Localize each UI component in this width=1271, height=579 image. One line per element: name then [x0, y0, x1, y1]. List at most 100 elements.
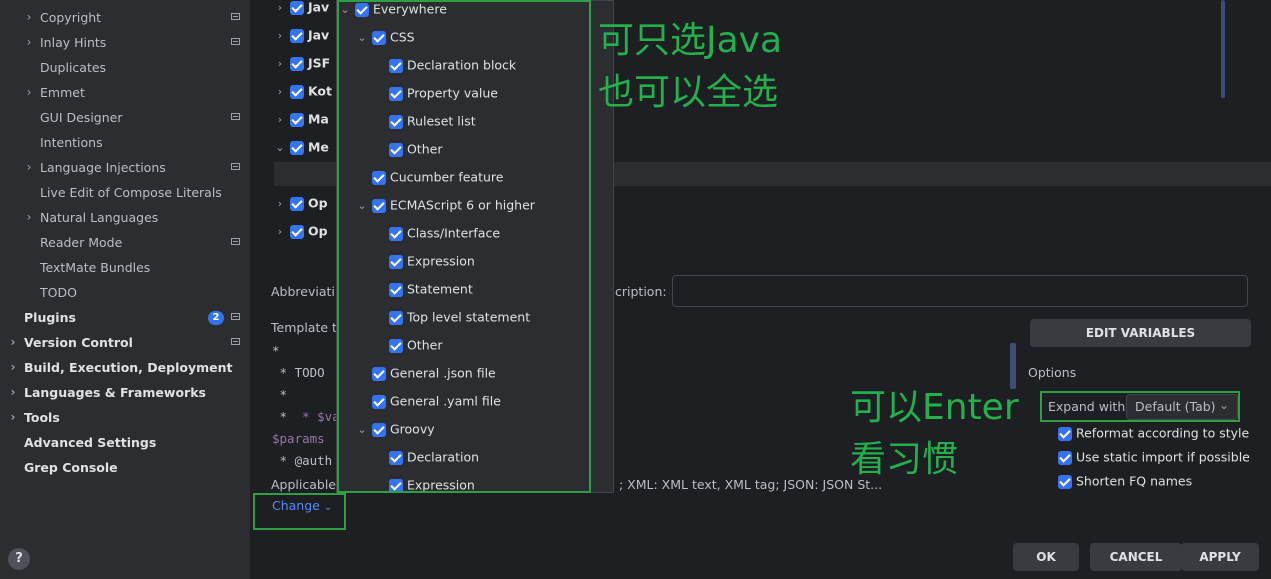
group-label: Jav: [307, 27, 330, 43]
sidebar-item[interactable]: Grep Console: [0, 455, 250, 480]
apply-button[interactable]: APPLY: [1181, 543, 1259, 571]
option-checkbox[interactable]: [1058, 450, 1072, 465]
code-line: *: [272, 343, 280, 358]
chevron-right-icon[interactable]: ›: [24, 205, 34, 230]
chevron-right-icon[interactable]: ›: [8, 380, 18, 405]
sidebar-item-label: Tools: [24, 410, 60, 425]
sidebar-item[interactable]: › Version Control: [0, 330, 250, 355]
sidebar-item-label: Languages & Frameworks: [24, 385, 206, 400]
sidebar-item[interactable]: TODO: [0, 280, 250, 305]
help-button[interactable]: ?: [8, 548, 30, 570]
cancel-button[interactable]: CANCEL: [1090, 543, 1182, 571]
sidebar-item-label: Inlay Hints: [40, 35, 107, 50]
project-scope-icon: [231, 13, 240, 20]
sidebar-item-label: Version Control: [24, 335, 133, 350]
ok-button[interactable]: OK: [1013, 543, 1079, 571]
chevron-right-icon[interactable]: ›: [274, 22, 286, 50]
chevron-right-icon[interactable]: ›: [24, 80, 34, 105]
chevron-right-icon[interactable]: ›: [24, 30, 34, 55]
option-checkbox[interactable]: [1058, 474, 1072, 489]
annotation-box-popup: [337, 0, 591, 493]
update-count-badge: 2: [208, 311, 224, 325]
option-checkbox-row[interactable]: Reformat according to style: [1058, 421, 1249, 445]
code-line: $params: [272, 431, 325, 446]
template-group-row[interactable]: › Kot: [274, 77, 332, 105]
group-label: Jav: [307, 0, 330, 15]
chevron-right-icon[interactable]: ›: [274, 0, 286, 22]
template-group-row[interactable]: › Ma: [274, 105, 329, 133]
sidebar-item[interactable]: GUI Designer: [0, 105, 250, 130]
chevron-right-icon[interactable]: ›: [274, 50, 286, 78]
sidebar-item-label: Grep Console: [24, 460, 118, 475]
chevron-right-icon[interactable]: ›: [24, 5, 34, 30]
group-checkbox[interactable]: [289, 84, 304, 99]
description-label: cription:: [615, 284, 667, 299]
group-label: Me: [307, 139, 329, 155]
sidebar-item[interactable]: Live Edit of Compose Literals: [0, 180, 250, 205]
sidebar-item[interactable]: › Emmet: [0, 80, 250, 105]
sidebar-item[interactable]: › Tools: [0, 405, 250, 430]
chevron-down-icon[interactable]: ⌄: [274, 134, 286, 162]
chevron-right-icon[interactable]: ›: [8, 405, 18, 430]
annotation-text: 可只选Java: [598, 20, 783, 61]
template-group-row[interactable]: › Jav: [274, 0, 329, 21]
editor-scroll-marker: [1010, 343, 1016, 389]
chevron-right-icon[interactable]: ›: [8, 355, 18, 380]
code-line: * @auth: [272, 453, 333, 468]
sidebar-item[interactable]: TextMate Bundles: [0, 255, 250, 280]
sidebar-item-label: Reader Mode: [40, 235, 123, 250]
group-label: Op: [307, 195, 328, 211]
template-group-row[interactable]: ⌄ Me: [274, 133, 329, 161]
sidebar-item[interactable]: › Copyright: [0, 5, 250, 30]
description-input[interactable]: [672, 275, 1248, 307]
sidebar-item-label: Duplicates: [40, 60, 107, 75]
option-checkbox[interactable]: [1058, 426, 1072, 441]
sidebar-item[interactable]: Intentions: [0, 130, 250, 155]
chevron-right-icon[interactable]: ›: [24, 155, 34, 180]
sidebar-item-label: Language Injections: [40, 160, 166, 175]
option-label: Reformat according to style: [1075, 425, 1250, 441]
chevron-right-icon[interactable]: ›: [274, 190, 286, 218]
group-checkbox[interactable]: [289, 56, 304, 71]
sidebar-item-label: Plugins: [24, 310, 76, 325]
sidebar-item[interactable]: Advanced Settings: [0, 430, 250, 455]
sidebar-item[interactable]: › Natural Languages: [0, 205, 250, 230]
sidebar-item[interactable]: Duplicates: [0, 55, 250, 80]
chevron-right-icon[interactable]: ›: [274, 78, 286, 106]
sidebar-item[interactable]: Reader Mode: [0, 230, 250, 255]
template-group-row[interactable]: › Op: [274, 217, 328, 245]
group-checkbox[interactable]: [289, 112, 304, 127]
sidebar-item[interactable]: Plugins 2: [0, 305, 250, 330]
chevron-right-icon[interactable]: ›: [8, 330, 18, 355]
group-checkbox[interactable]: [289, 224, 304, 239]
sidebar-item[interactable]: › Language Injections: [0, 155, 250, 180]
sidebar-item-label: Emmet: [40, 85, 85, 100]
option-checkbox-row[interactable]: Shorten FQ names: [1058, 469, 1192, 493]
abbreviation-label: Abbreviati: [271, 284, 335, 299]
group-label: JSF: [307, 55, 331, 71]
code-line: *: [272, 387, 288, 402]
template-text-label: Template t: [271, 320, 337, 335]
sidebar-item-label: Copyright: [40, 10, 102, 25]
sidebar-item[interactable]: › Inlay Hints: [0, 30, 250, 55]
edit-variables-button[interactable]: EDIT VARIABLES: [1030, 319, 1251, 347]
sidebar-item[interactable]: › Build, Execution, Deployment: [0, 355, 250, 380]
group-checkbox[interactable]: [289, 28, 304, 43]
sidebar-item-label: GUI Designer: [40, 110, 123, 125]
chevron-right-icon[interactable]: ›: [274, 218, 286, 246]
chevron-right-icon[interactable]: ›: [274, 106, 286, 134]
option-label: Use static import if possible: [1075, 449, 1250, 465]
option-label: Shorten FQ names: [1075, 473, 1193, 489]
group-checkbox[interactable]: [289, 196, 304, 211]
option-checkbox-row[interactable]: Use static import if possible: [1058, 445, 1250, 469]
project-scope-icon: [231, 238, 240, 245]
sidebar-item[interactable]: › Languages & Frameworks: [0, 380, 250, 405]
template-group-row[interactable]: › Op: [274, 189, 328, 217]
group-checkbox[interactable]: [289, 0, 304, 15]
scrollbar-thumb[interactable]: [1221, 0, 1225, 98]
sidebar-item-label: Natural Languages: [40, 210, 159, 225]
template-group-row[interactable]: › JSF: [274, 49, 330, 77]
group-checkbox[interactable]: [289, 140, 304, 155]
template-group-row[interactable]: › Jav: [274, 21, 329, 49]
project-scope-icon: [231, 163, 240, 170]
